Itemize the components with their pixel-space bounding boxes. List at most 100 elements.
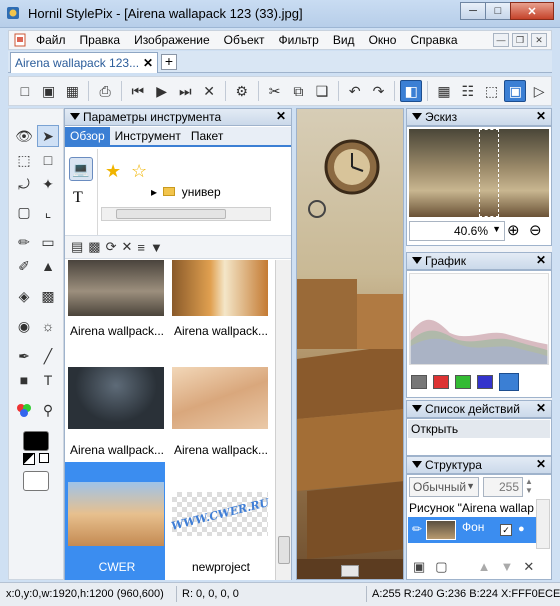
sketch-viewport-box[interactable]	[479, 129, 499, 217]
layer-group-row[interactable]: Рисунок "Airena wallap	[409, 501, 537, 515]
expand-arrow-icon[interactable]: ▸	[151, 185, 157, 199]
paste-icon[interactable]: ❑	[311, 80, 333, 102]
close-doc-icon[interactable]: ✕	[198, 80, 220, 102]
panel-toggle-icon[interactable]: ◧	[400, 80, 423, 102]
duplicate-layer-icon[interactable]: ▢	[435, 559, 447, 575]
minimize-button[interactable]: ─	[460, 2, 486, 20]
red-eye-icon[interactable]: ◉	[13, 315, 35, 337]
thumbnail-item-selected[interactable]: CWER	[65, 462, 165, 580]
menu-help[interactable]: Справка	[403, 33, 464, 47]
marquee-icon[interactable]: □	[37, 149, 59, 171]
menu-view[interactable]: Вид	[326, 33, 362, 47]
zoom-select[interactable]: 40.6% ▼	[409, 221, 505, 241]
guides-icon[interactable]: ☷	[457, 80, 479, 102]
menu-window[interactable]: Окно	[362, 33, 404, 47]
layer-lock-icon[interactable]: ●	[518, 523, 525, 535]
swap-colors-icon[interactable]	[23, 453, 35, 465]
close-panel-icon[interactable]: ✕	[536, 401, 546, 415]
text-tool-icon[interactable]: T	[37, 369, 59, 391]
sharpen-icon[interactable]: ☼	[37, 315, 59, 337]
graph-header[interactable]: График ✕	[406, 252, 552, 270]
thumbnail-item[interactable]: Airena wallpack...	[65, 260, 165, 370]
blend-mode-select[interactable]: Обычный ▼	[409, 477, 479, 497]
reset-colors-icon[interactable]	[39, 453, 49, 463]
channel-green-icon[interactable]	[455, 375, 471, 389]
actions-header[interactable]: Список действий ✕	[406, 400, 552, 418]
background-color-swatch[interactable]	[23, 471, 49, 491]
play-icon[interactable]: ▶	[151, 80, 173, 102]
collapse-arrow-icon[interactable]	[412, 405, 422, 412]
chevron-down-icon[interactable]: ▼	[466, 481, 475, 491]
zoom-in-icon[interactable]: ⊕	[507, 221, 520, 239]
menu-image[interactable]: Изображение	[127, 33, 217, 47]
foreground-color-swatch[interactable]	[23, 431, 49, 451]
text-view-icon[interactable]: T	[73, 189, 83, 207]
gradient-icon[interactable]: ▩	[37, 285, 59, 307]
collapse-arrow-icon[interactable]	[412, 461, 422, 468]
close-panel-icon[interactable]: ✕	[276, 109, 286, 123]
thumbnail-item[interactable]: Airena wallpack...	[169, 260, 269, 370]
opacity-spin-icon[interactable]: ▲ ▼	[525, 477, 537, 497]
sketch-header[interactable]: Эскиз ✕	[406, 108, 552, 126]
pen-path-icon[interactable]: ✒	[13, 345, 35, 367]
close-tab-icon[interactable]: ✕	[143, 56, 153, 70]
undo-icon[interactable]: ↶	[344, 80, 366, 102]
magic-wand-icon[interactable]: ✦	[37, 173, 59, 195]
shape-icon[interactable]: ■	[13, 369, 35, 391]
doc-restore-button[interactable]: ❐	[512, 33, 528, 47]
monitor-view-icon[interactable]: 💻	[69, 157, 93, 181]
channel-luminance-icon[interactable]	[499, 373, 519, 391]
selection-icon[interactable]: ⬚	[481, 80, 503, 102]
new-file-icon[interactable]: □	[14, 80, 36, 102]
cut-icon[interactable]: ✂	[264, 80, 286, 102]
transform-icon[interactable]: ▢	[13, 201, 35, 223]
folder-item[interactable]: ▸ универ	[151, 185, 221, 199]
image-canvas[interactable]	[296, 108, 404, 580]
doc-minimize-button[interactable]: —	[493, 33, 509, 47]
tab-tool[interactable]: Инструмент	[110, 127, 186, 145]
tab-batch[interactable]: Пакет	[186, 127, 228, 145]
layer-visible-check-icon[interactable]: ✓	[500, 524, 512, 536]
delete-layer-icon[interactable]: ✕	[523, 559, 534, 575]
settings-gear-icon[interactable]: ⚙	[231, 80, 253, 102]
zoom-icon[interactable]: ⚲	[37, 399, 59, 421]
thumbnail-item[interactable]: WWW.CWER.RU newproject	[169, 462, 270, 580]
copy-icon[interactable]: ⧉	[287, 80, 309, 102]
crop-icon[interactable]: ⌞	[37, 201, 59, 223]
color-picker-wheel-icon[interactable]	[13, 399, 35, 421]
close-window-button[interactable]: ✕	[510, 2, 554, 20]
menu-file[interactable]: Файл	[29, 33, 73, 47]
open-file-icon[interactable]: ▣	[38, 80, 60, 102]
document-tab[interactable]: Airena wallapack 123... ✕	[10, 52, 158, 73]
eraser-icon[interactable]: ▭	[37, 231, 59, 253]
pencil-icon[interactable]: ✏	[13, 231, 35, 253]
favorite-star-icon[interactable]: ★	[105, 161, 121, 182]
next-frame-icon[interactable]: ⏭	[174, 80, 196, 102]
refresh-icon[interactable]: ⟳	[106, 239, 117, 255]
channel-blue-icon[interactable]	[477, 375, 493, 389]
zoom-out-icon[interactable]: ⊖	[529, 221, 542, 239]
clone-stamp-icon[interactable]: ▲	[37, 255, 59, 277]
add-tab-button[interactable]: +	[161, 54, 177, 70]
collapse-arrow-icon[interactable]	[412, 257, 422, 264]
doc-close-button[interactable]: ✕	[531, 33, 547, 47]
grid-icon[interactable]: ▦	[433, 80, 455, 102]
opacity-input[interactable]: 255	[483, 477, 523, 497]
tab-browse[interactable]: Обзор	[65, 127, 110, 145]
line-icon[interactable]: ╱	[37, 345, 59, 367]
new-folder-icon[interactable]: ▩	[88, 239, 100, 255]
menu-object[interactable]: Объект	[217, 33, 272, 47]
toolbar-more-icon[interactable]: ▷	[528, 80, 550, 102]
menu-filter[interactable]: Фильтр	[272, 33, 326, 47]
move-layer-up-icon[interactable]: ▲	[478, 559, 491, 575]
collapse-arrow-icon[interactable]	[70, 113, 80, 120]
canvas-hscroll-thumb[interactable]	[341, 565, 359, 577]
chevron-down-icon[interactable]: ▼	[492, 224, 501, 234]
move-layer-down-icon[interactable]: ▼	[500, 559, 513, 575]
snap-icon[interactable]: ▣	[504, 80, 527, 102]
add-favorite-star-icon[interactable]: ☆	[131, 161, 147, 182]
lasso-icon[interactable]: ⤾	[13, 173, 35, 195]
close-panel-icon[interactable]: ✕	[536, 109, 546, 123]
new-layer-icon[interactable]: ▣	[413, 559, 425, 575]
collapse-arrow-icon[interactable]	[412, 113, 422, 120]
